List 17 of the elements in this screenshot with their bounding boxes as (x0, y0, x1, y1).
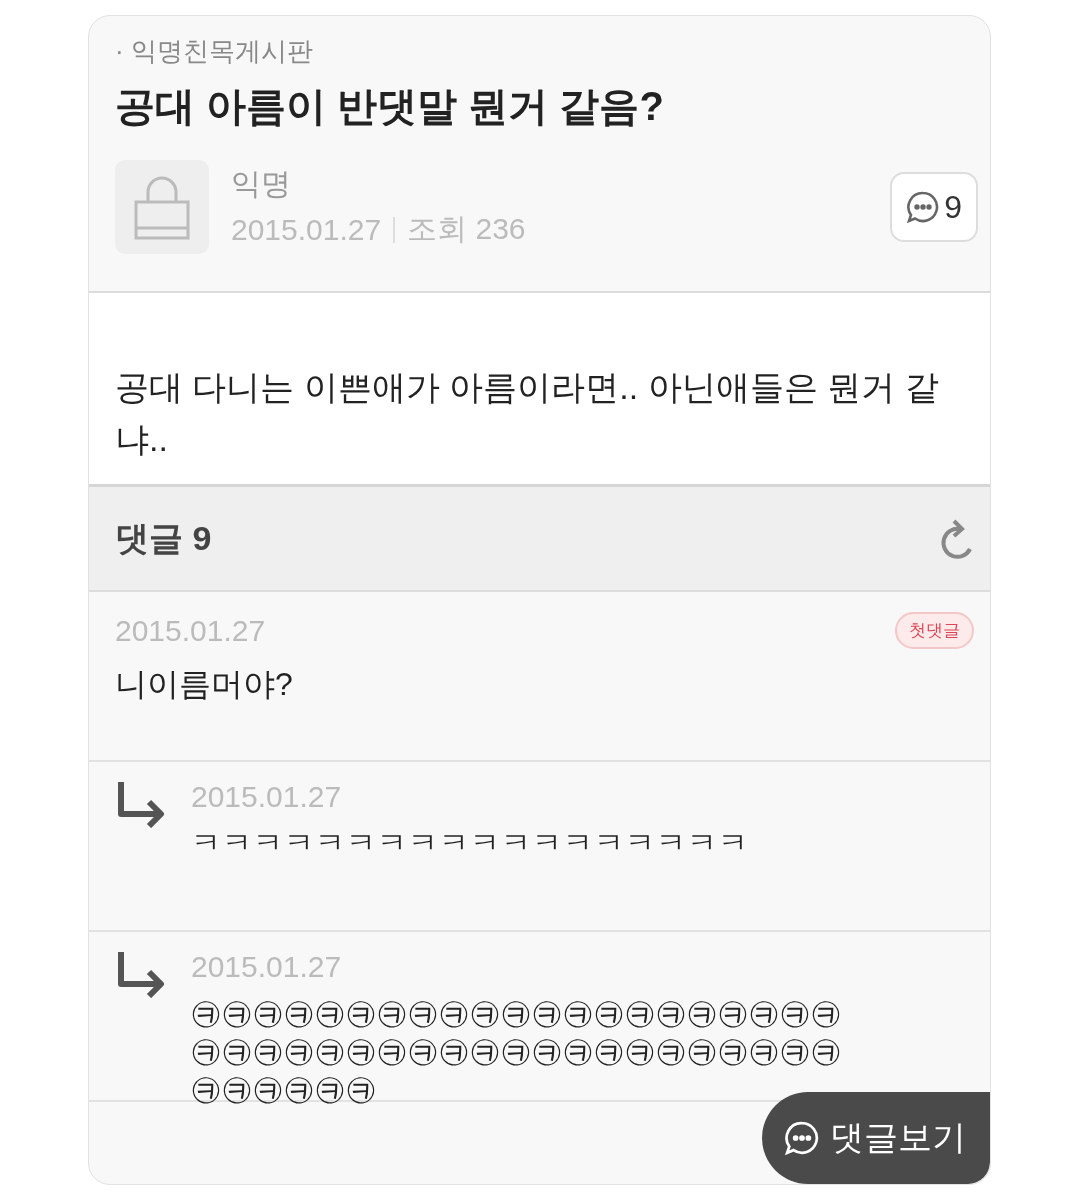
comment-count-button[interactable]: 9 (890, 172, 978, 242)
speech-bubble-icon (906, 190, 941, 224)
comment-date: 2015.01.27 (191, 950, 342, 984)
speech-bubble-icon (784, 1120, 820, 1156)
comments-heading: 댓글 9 (115, 517, 212, 559)
comment-date: 2015.01.27 (115, 613, 266, 648)
comment-text: ㅋㅋㅋㅋㅋㅋㅋㅋㅋㅋㅋㅋㅋㅋㅋㅋㅋㅋ (191, 825, 750, 861)
post-title: 공대 아름이 반댓말 뭔거 같음? (115, 83, 665, 130)
view-comments-button[interactable]: 댓글보기 (762, 1092, 990, 1184)
comment-text: 니이름머야? (115, 665, 294, 704)
post-date: 2015.01.27 (231, 212, 382, 247)
first-comment-badge: 첫댓글 (895, 612, 974, 649)
author-name: 익명 (231, 166, 292, 202)
view-count: 조회 236 (407, 211, 526, 247)
post-body: 공대 다니는 이쁜애가 아름이라면.. 아닌애들은 뭔거 같 냐.. (115, 367, 940, 460)
comment-date: 2015.01.27 (191, 780, 342, 814)
lock-icon (132, 174, 192, 240)
